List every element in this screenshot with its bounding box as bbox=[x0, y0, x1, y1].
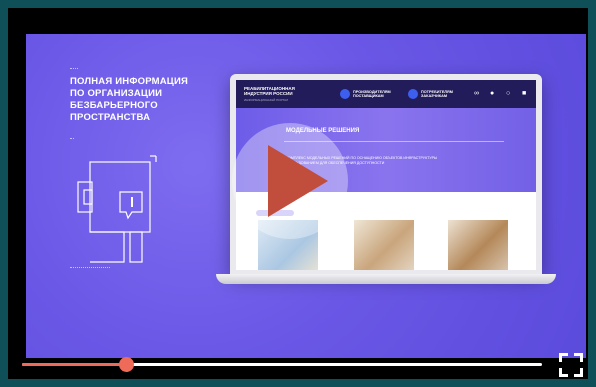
play-button[interactable] bbox=[232, 123, 348, 239]
nav-producers: ПРОИЗВОДИТЕЛЯМ ПОСТАВЩИКАМ bbox=[340, 85, 391, 103]
progress-handle[interactable] bbox=[119, 357, 134, 372]
fullscreen-button[interactable] bbox=[559, 353, 583, 377]
nav-consumers: ПОТРЕБИТЕЛЯМ ЗАКАЗЧИКАМ bbox=[408, 85, 453, 103]
progress-fill bbox=[22, 363, 126, 366]
laptop-base bbox=[216, 274, 556, 284]
accessibility-glasses-icon: ∞ bbox=[474, 90, 479, 97]
site-logo: РЕАБИЛИТАЦИОННАЯ ИНДУСТРИЯ РОССИИ bbox=[244, 86, 295, 96]
solution-thumbnail bbox=[448, 220, 508, 270]
site-logo-sub: ИНФОРМАЦИОННЫЙ ПОРТАЛ bbox=[244, 98, 289, 102]
fullscreen-icon bbox=[559, 353, 568, 362]
menu-icon: ■ bbox=[522, 90, 527, 97]
fullscreen-icon-corner bbox=[574, 353, 583, 362]
video-player[interactable]: ПОЛНАЯ ИНФОРМАЦИЯ ПО ОРГАНИЗАЦИИ БЕЗБАРЬ… bbox=[8, 8, 588, 379]
decorative-dots bbox=[70, 267, 110, 269]
promo-heading: ПОЛНАЯ ИНФОРМАЦИЯ ПО ОРГАНИЗАЦИИ БЕЗБАРЬ… bbox=[70, 76, 189, 123]
fullscreen-icon-corner bbox=[559, 368, 568, 377]
decorative-dots bbox=[70, 68, 78, 70]
decorative-dots bbox=[70, 138, 74, 140]
floor-plan-info-icon bbox=[77, 155, 157, 263]
user-icon: ● bbox=[490, 90, 495, 97]
fullscreen-icon-corner bbox=[574, 368, 583, 377]
search-icon: ○ bbox=[506, 90, 511, 97]
play-icon bbox=[268, 145, 328, 217]
solution-thumbnail bbox=[354, 220, 414, 270]
site-header: РЕАБИЛИТАЦИОННАЯ ИНДУСТРИЯ РОССИИ ИНФОРМ… bbox=[236, 80, 536, 108]
